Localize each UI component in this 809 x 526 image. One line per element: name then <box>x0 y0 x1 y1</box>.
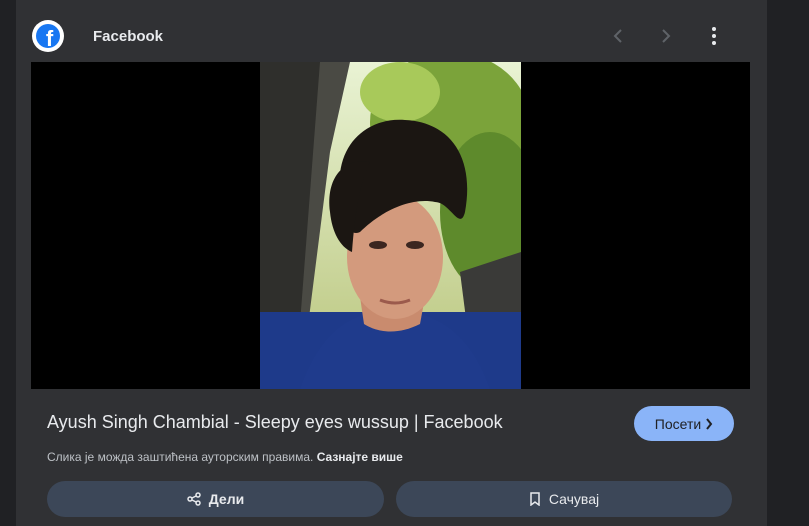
facebook-logo-icon[interactable]: f <box>32 20 64 52</box>
next-button[interactable] <box>654 24 678 48</box>
chevron-right-icon <box>706 417 713 430</box>
save-button[interactable]: Сачувај <box>396 481 732 517</box>
learn-more-link[interactable]: Сазнајте више <box>317 450 403 464</box>
previous-button[interactable] <box>606 24 630 48</box>
scrollbar-track[interactable] <box>767 0 809 526</box>
chevron-left-icon <box>613 29 622 43</box>
share-button[interactable]: Дели <box>47 481 384 517</box>
source-site-name[interactable]: Facebook <box>93 28 163 45</box>
copyright-text: Слика је можда заштићена ауторским прави… <box>47 450 314 464</box>
image-preview[interactable] <box>31 62 750 389</box>
copyright-notice: Слика је можда заштићена ауторским прави… <box>47 450 403 464</box>
visit-button-label: Посети <box>654 415 702 432</box>
preview-photo[interactable] <box>260 62 521 389</box>
more-vert-icon <box>712 27 716 31</box>
share-icon <box>187 492 201 506</box>
bookmark-icon <box>530 492 540 506</box>
save-button-label: Сачувај <box>548 491 600 507</box>
more-options-button[interactable] <box>702 24 726 48</box>
result-title[interactable]: Ayush Singh Chambial - Sleepy eyes wussu… <box>47 412 503 433</box>
visit-button[interactable]: Посети <box>634 406 734 441</box>
chevron-right-icon <box>662 29 671 43</box>
share-button-label: Дели <box>208 491 245 507</box>
